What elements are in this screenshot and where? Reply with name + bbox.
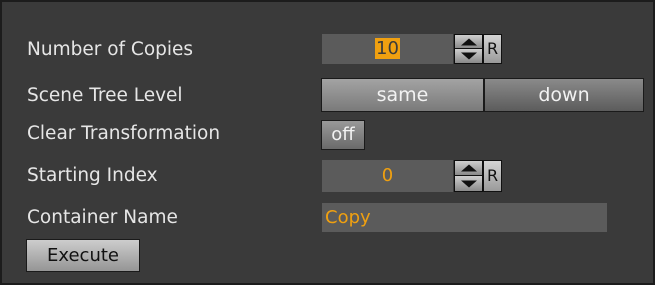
copy-panel: Number of Copies 10 R Scene Tree Level s…	[0, 0, 655, 285]
scene-tree-level-down-button[interactable]: down	[484, 78, 644, 112]
starting-index-value: 0	[381, 165, 394, 186]
starting-index-reset-button[interactable]: R	[483, 160, 502, 192]
starting-index-spinner[interactable]	[454, 160, 483, 192]
starting-index-label: Starting Index	[27, 165, 158, 186]
clear-transformation-label: Clear Transformation	[27, 123, 221, 144]
number-of-copies-reset-button[interactable]: R	[483, 34, 502, 64]
arrow-up-icon	[460, 38, 477, 45]
decrement-button[interactable]	[455, 49, 482, 63]
increment-button[interactable]	[455, 161, 482, 176]
arrow-down-icon	[460, 52, 477, 60]
decrement-button[interactable]	[455, 176, 482, 191]
container-name-input[interactable]: Copy	[322, 203, 607, 232]
clear-transformation-toggle[interactable]: off	[321, 120, 365, 150]
execute-button[interactable]: Execute	[26, 239, 140, 272]
container-name-label: Container Name	[27, 207, 178, 228]
increment-button[interactable]	[455, 35, 482, 49]
arrow-down-icon	[460, 180, 477, 187]
scene-tree-level-same-button[interactable]: same	[321, 78, 484, 112]
starting-index-input[interactable]: 0	[322, 160, 453, 192]
number-of-copies-label: Number of Copies	[27, 39, 194, 60]
scene-tree-level-label: Scene Tree Level	[27, 85, 183, 106]
number-of-copies-spinner[interactable]	[454, 34, 483, 64]
number-of-copies-input[interactable]: 10	[322, 34, 453, 64]
number-of-copies-value: 10	[375, 38, 400, 59]
arrow-up-icon	[460, 164, 477, 172]
